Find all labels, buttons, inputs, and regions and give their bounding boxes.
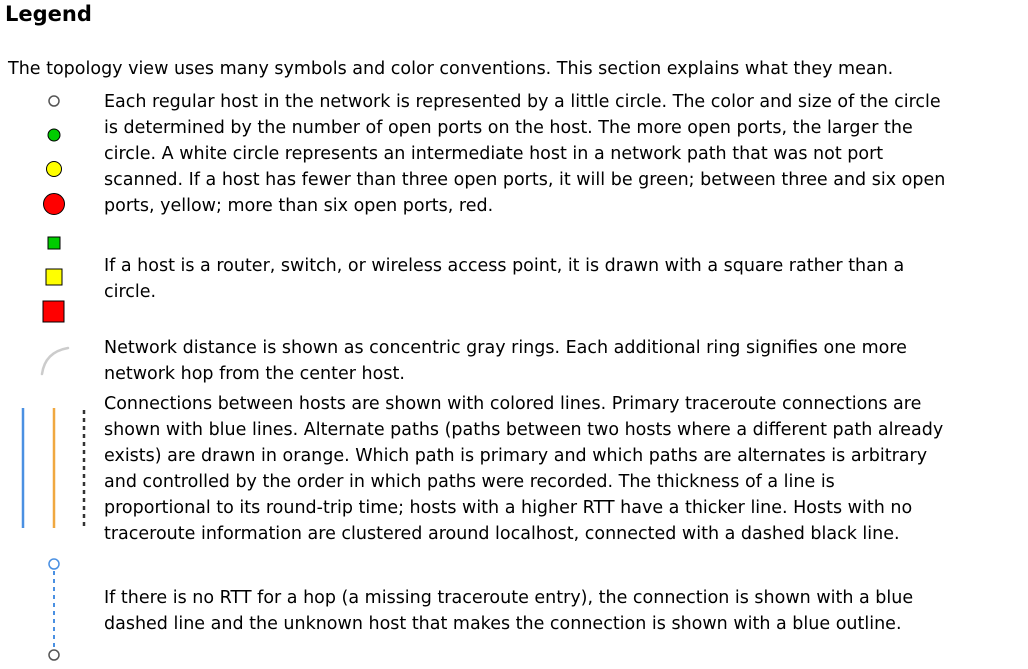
- text-line: Network distance is shown as concentric …: [104, 338, 907, 358]
- text-line: is determined by the number of open port…: [104, 118, 913, 138]
- yellow-circle-icon: [46, 161, 62, 177]
- text-line: network hop from the center host.: [104, 364, 405, 384]
- gray-outline-circle-icon: [48, 649, 60, 661]
- connections-description: Connections between hosts are shown with…: [104, 391, 1024, 547]
- missing-rtt-description: If there is no RTT for a hop (a missing …: [104, 585, 1024, 637]
- rings-description: Network distance is shown as concentric …: [104, 335, 1024, 387]
- text-line: proportional to its round-trip time; hos…: [104, 498, 913, 518]
- green-square-icon: [47, 236, 61, 250]
- text-line: scanned. If a host has fewer than three …: [104, 170, 946, 190]
- text-line: circle.: [104, 282, 157, 302]
- text-line: Connections between hosts are shown with…: [104, 394, 922, 414]
- text-line: If a host is a router, switch, or wirele…: [104, 256, 905, 276]
- text-line: Each regular host in the network is repr…: [104, 92, 941, 112]
- text-line: traceroute information are clustered aro…: [104, 524, 900, 544]
- text-line: shown with blue lines. Alternate paths (…: [104, 420, 944, 440]
- yellow-square-icon: [45, 268, 63, 286]
- text-line: exists) are drawn in orange. Which path …: [104, 446, 928, 466]
- blue-outline-circle-icon: [48, 558, 60, 570]
- legend-icons: [21, 95, 86, 661]
- white-circle-icon: [48, 95, 60, 107]
- green-circle-icon: [47, 128, 61, 142]
- legend-page: Legend The topology view uses many symbo…: [0, 0, 1028, 669]
- text-line: dashed line and the unknown host that ma…: [104, 614, 902, 634]
- text-line: circle. A white circle represents an int…: [104, 144, 884, 164]
- routers-description: If a host is a router, switch, or wirele…: [104, 253, 1024, 305]
- intro-text: The topology view uses many symbols and …: [8, 59, 894, 79]
- hosts-description: Each regular host in the network is repr…: [104, 89, 1024, 219]
- text-line: and controlled by the order in which pat…: [104, 472, 835, 492]
- text-line: If there is no RTT for a hop (a missing …: [104, 588, 914, 608]
- text-line: ports, yellow; more than six open ports,…: [104, 196, 494, 216]
- red-square-icon: [42, 300, 65, 323]
- red-circle-icon: [43, 193, 65, 215]
- gray-ring-arc-icon: [40, 346, 70, 376]
